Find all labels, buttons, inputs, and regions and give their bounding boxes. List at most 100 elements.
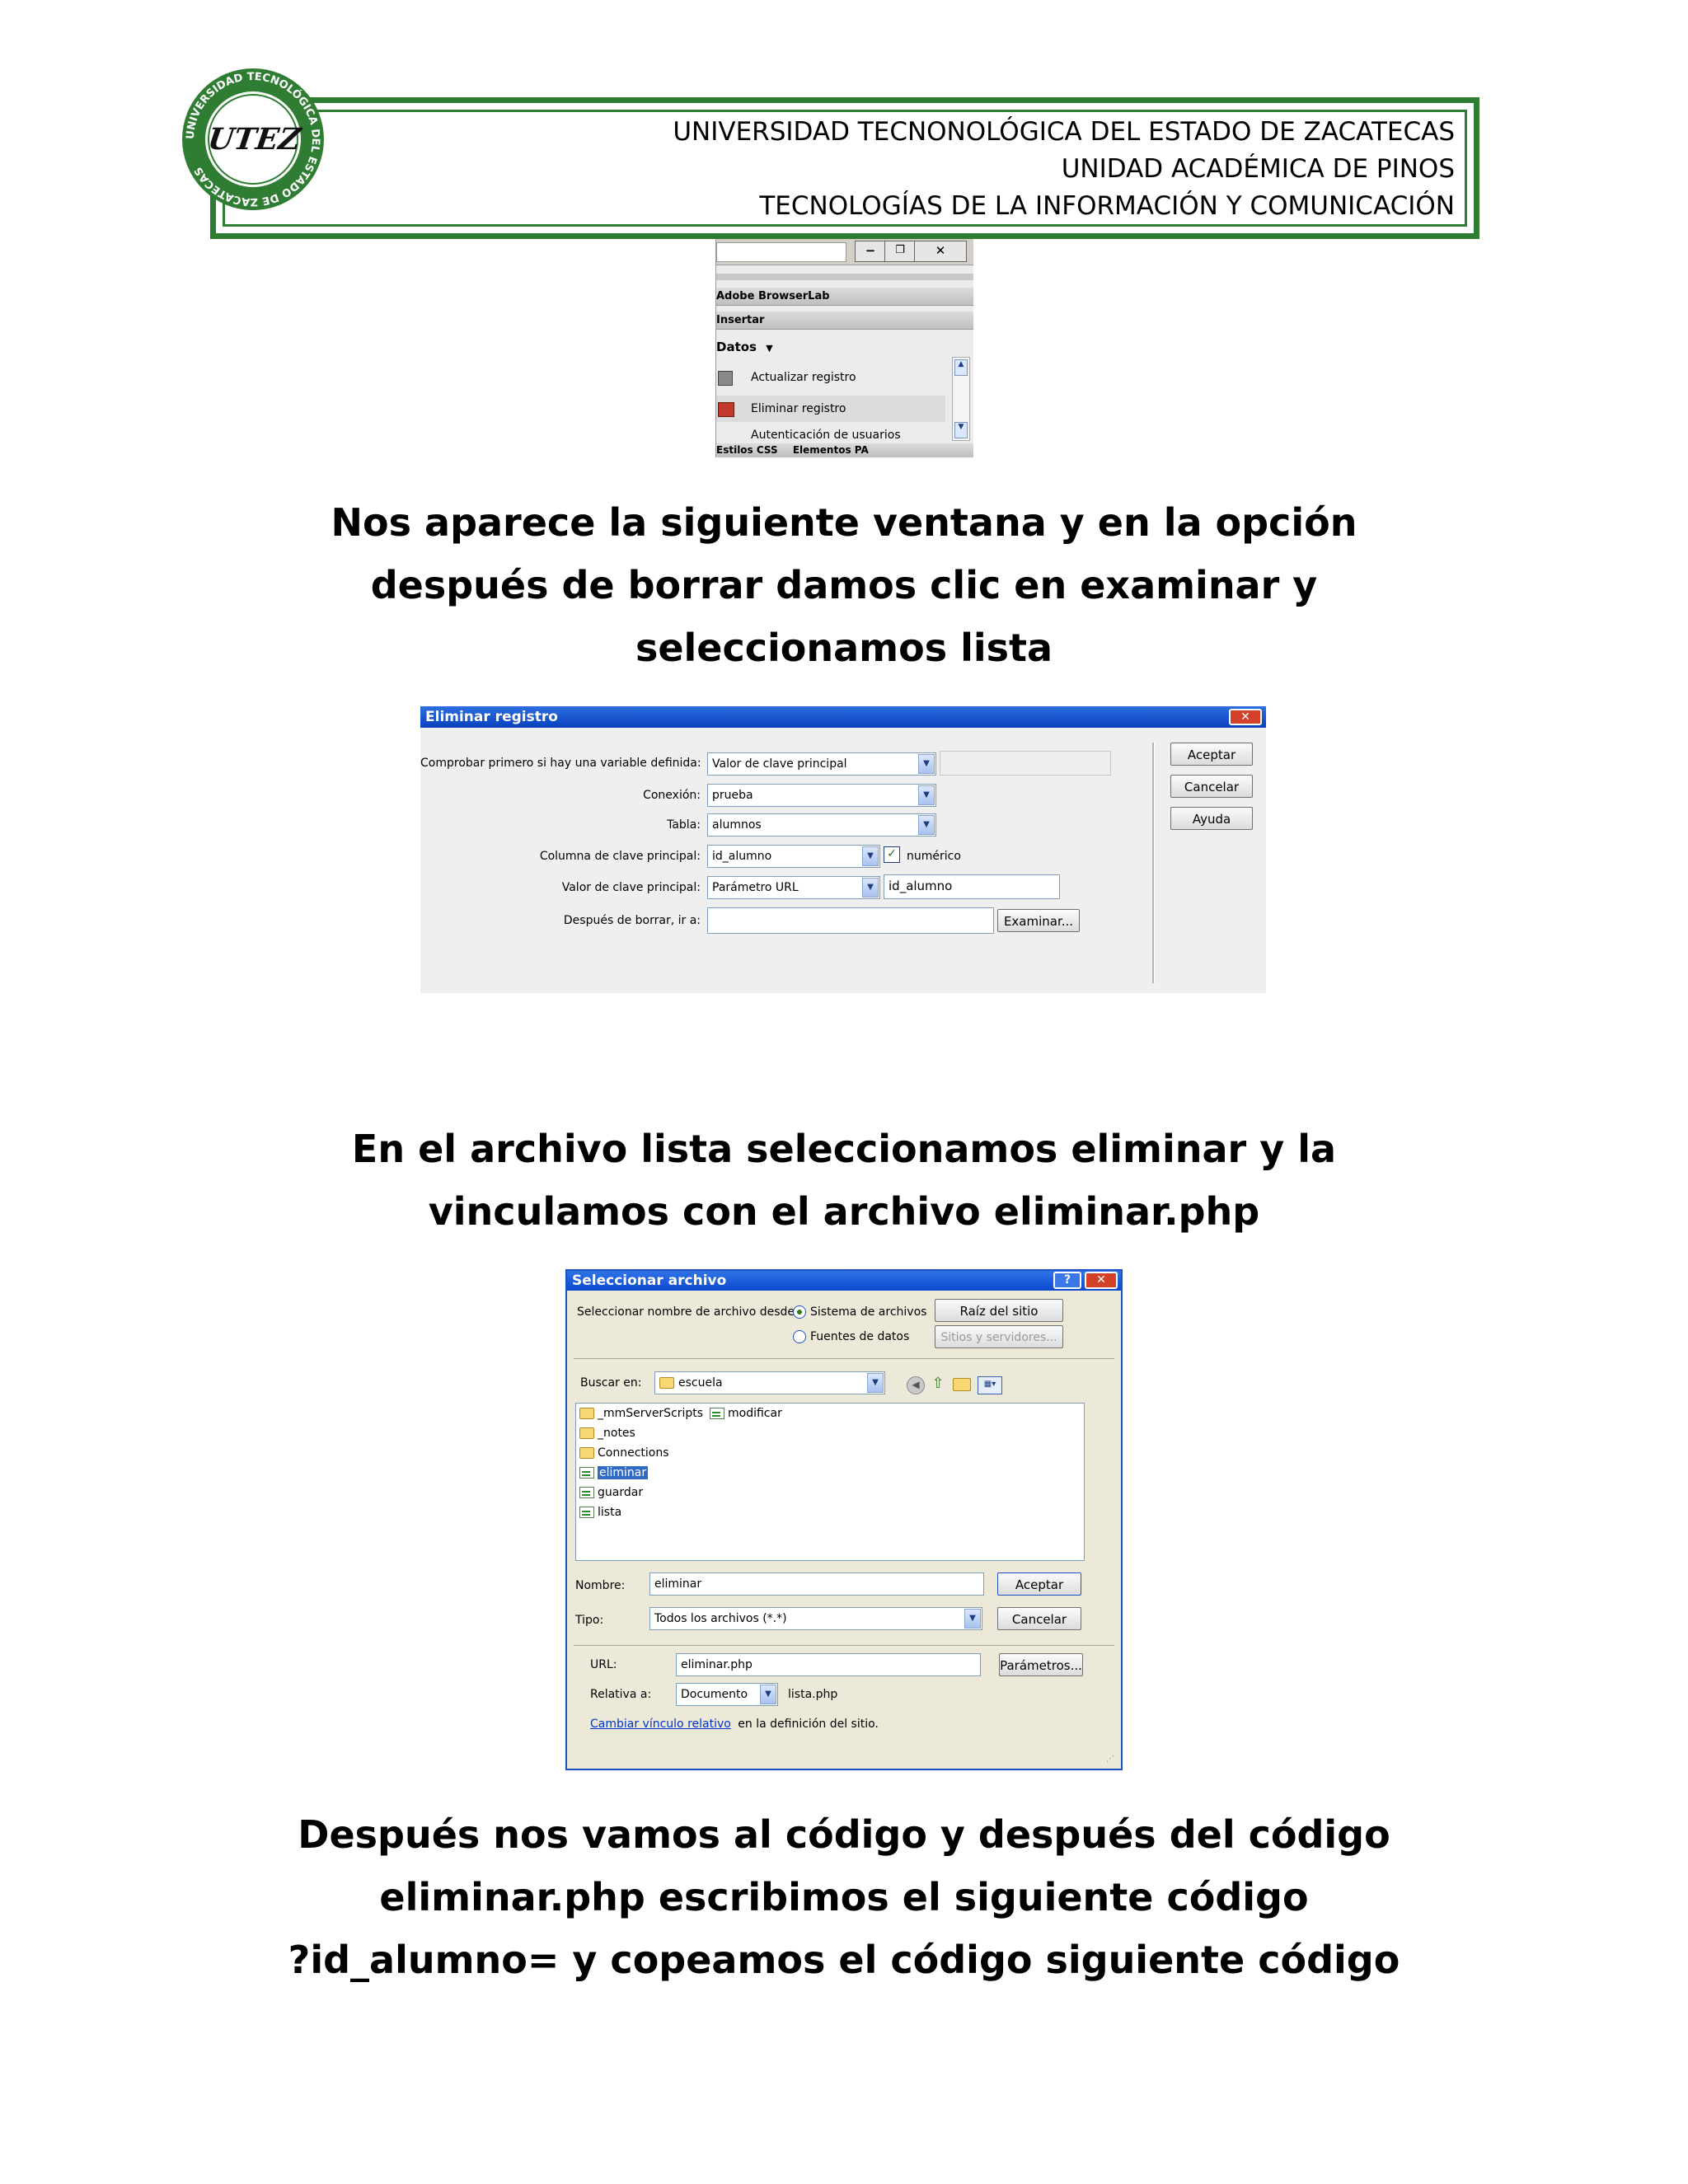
update-record-icon <box>718 371 733 386</box>
numerico-checkbox[interactable]: ✓ <box>884 846 900 863</box>
buscar-en-value: escuela <box>678 1376 723 1390</box>
check-var-label: Comprobar primero si hay una variable de… <box>420 757 701 770</box>
check-var-value: Valor de clave principal <box>712 757 847 771</box>
back-icon[interactable]: ◀ <box>907 1376 925 1394</box>
tipo-value: Todos los archivos (*.*) <box>654 1612 787 1625</box>
cambiar-vinculo-row: Cambiar vínculo relativo en la definició… <box>590 1718 879 1731</box>
paragraph-3: Después nos vamos al código y después de… <box>0 1803 1688 1991</box>
chevron-down-icon[interactable]: ▼ <box>760 1685 776 1704</box>
minimize-icon[interactable]: − <box>855 241 886 262</box>
raiz-sitio-button[interactable]: Raíz del sitio <box>935 1299 1063 1322</box>
panel-window-bar: − ❐ ✕ <box>716 239 973 265</box>
paragraph-1-line: seleccionamos lista <box>635 626 1053 670</box>
view-menu-icon[interactable]: ▦▾ <box>978 1376 1002 1394</box>
paragraph-3-line: Después nos vamos al código y después de… <box>298 1812 1390 1857</box>
datos-category[interactable]: Datos ▼ <box>716 336 973 358</box>
cambiar-vinculo-text: en la definición del sitio. <box>738 1718 879 1731</box>
panel-item-user-auth[interactable]: Autenticación de usuarios <box>716 427 973 443</box>
radio-sistema-label: Sistema de archivos <box>810 1305 927 1319</box>
file-name: eliminar <box>598 1466 649 1479</box>
close-icon[interactable]: ✕ <box>1229 709 1262 725</box>
list-item[interactable]: Connections <box>578 1445 669 1461</box>
list-item[interactable]: lista <box>578 1504 621 1521</box>
examinar-button[interactable]: Examinar... <box>997 909 1080 932</box>
relativa-label: Relativa a: <box>590 1688 652 1701</box>
conexion-value: prueba <box>712 789 753 802</box>
chevron-down-icon[interactable]: ▼ <box>918 815 935 835</box>
new-folder-icon[interactable] <box>953 1378 971 1391</box>
relativa-select[interactable]: Documento ▼ <box>676 1683 778 1706</box>
list-item[interactable]: _notes <box>578 1425 635 1441</box>
php-file-icon <box>710 1408 724 1419</box>
sitios-servidores-button[interactable]: Sitios y servidores... <box>935 1325 1063 1348</box>
close-icon[interactable]: ✕ <box>1085 1272 1118 1289</box>
check-var-select[interactable]: Valor de clave principal ▼ <box>707 752 936 776</box>
tabla-select[interactable]: alumnos ▼ <box>707 813 936 837</box>
panel-tab-browserlab[interactable]: Adobe BrowserLab <box>716 288 973 306</box>
aceptar-button[interactable]: Aceptar <box>1170 743 1253 766</box>
panel-item-update-record[interactable]: Actualizar registro <box>716 364 973 391</box>
chevron-down-icon: ▼ <box>766 343 773 354</box>
nombre-input[interactable]: eliminar <box>649 1572 984 1596</box>
resize-grip-icon[interactable]: ⋰ <box>1106 1754 1118 1765</box>
scroll-down-icon[interactable]: ▼ <box>954 422 968 438</box>
tab-elementos-ap[interactable]: Elementos PA <box>793 444 869 456</box>
tab-estilos-css[interactable]: Estilos CSS <box>716 444 778 456</box>
header-text: UNIVERSIDAD TECNONOLÓGICA DEL ESTADO DE … <box>673 114 1455 225</box>
radio-fuentes[interactable] <box>793 1330 806 1343</box>
chevron-down-icon[interactable]: ▼ <box>918 785 935 805</box>
list-item-selected[interactable]: eliminar <box>578 1465 649 1481</box>
restore-icon[interactable]: ❐ <box>884 241 916 262</box>
panel-collapse-strip <box>716 274 973 280</box>
despues-input[interactable] <box>707 907 994 934</box>
cambiar-vinculo-link[interactable]: Cambiar vínculo relativo <box>590 1718 731 1731</box>
cancelar-button[interactable]: Cancelar <box>997 1607 1081 1630</box>
radio-fuentes-label: Fuentes de datos <box>810 1330 910 1343</box>
url-label: URL: <box>590 1658 617 1671</box>
svg-text:UTEZ: UTEZ <box>206 121 304 157</box>
scroll-up-icon[interactable]: ▲ <box>954 359 968 376</box>
paragraph-1-line: después de borrar damos clic en examinar… <box>370 563 1318 607</box>
paragraph-3-line: eliminar.php escribimos el siguiente cód… <box>379 1875 1309 1919</box>
valor-select[interactable]: Parámetro URL ▼ <box>707 876 880 899</box>
parametros-button[interactable]: Parámetros... <box>999 1653 1083 1676</box>
list-item[interactable]: _mmServerScripts <box>578 1405 703 1422</box>
chevron-down-icon[interactable]: ▼ <box>918 754 935 774</box>
chevron-down-icon[interactable]: ▼ <box>862 878 879 898</box>
update-record-label: Actualizar registro <box>751 371 856 384</box>
numerico-label: numérico <box>907 850 961 863</box>
delete-record-label: Eliminar registro <box>751 402 846 415</box>
chevron-down-icon[interactable]: ▼ <box>867 1373 884 1393</box>
help-icon[interactable]: ? <box>1053 1272 1081 1289</box>
folder-icon <box>579 1427 594 1439</box>
valor-param-input[interactable]: id_alumno <box>884 874 1060 899</box>
buscar-en-select[interactable]: escuela ▼ <box>654 1371 885 1394</box>
seleccionar-desde-label: Seleccionar nombre de archivo desde: <box>577 1305 799 1319</box>
list-item[interactable]: modificar <box>708 1405 782 1422</box>
url-input[interactable]: eliminar.php <box>676 1653 981 1676</box>
file-name: _mmServerScripts <box>598 1407 704 1420</box>
panel-item-delete-record[interactable]: Eliminar registro <box>716 396 945 422</box>
cancelar-button[interactable]: Cancelar <box>1170 775 1253 798</box>
conexion-select[interactable]: prueba ▼ <box>707 784 936 807</box>
aceptar-button[interactable]: Aceptar <box>997 1572 1081 1596</box>
panel-scrollbar[interactable]: ▲ ▼ <box>952 357 970 441</box>
file-name: Connections <box>598 1446 669 1460</box>
user-auth-label: Autenticación de usuarios <box>751 429 901 442</box>
list-item[interactable]: guardar <box>578 1484 643 1501</box>
tipo-label: Tipo: <box>575 1614 604 1627</box>
up-folder-icon[interactable]: ⇧ <box>930 1375 946 1393</box>
file-list[interactable]: _mmServerScripts _notes Connections elim… <box>575 1403 1085 1561</box>
chevron-down-icon[interactable]: ▼ <box>964 1609 981 1629</box>
radio-sistema[interactable] <box>793 1305 806 1319</box>
ayuda-button[interactable]: Ayuda <box>1170 807 1253 830</box>
tipo-select[interactable]: Todos los archivos (*.*) ▼ <box>649 1607 982 1630</box>
valor-label: Valor de clave principal: <box>561 881 701 894</box>
folder-icon <box>579 1408 594 1419</box>
columna-select[interactable]: id_alumno ▼ <box>707 845 880 868</box>
panel-tab-insertar[interactable]: Insertar <box>716 312 973 330</box>
file-name: lista <box>598 1506 622 1519</box>
close-icon[interactable]: ✕ <box>914 241 967 262</box>
dialog-title: Seleccionar archivo <box>567 1271 1121 1291</box>
chevron-down-icon[interactable]: ▼ <box>862 846 879 866</box>
